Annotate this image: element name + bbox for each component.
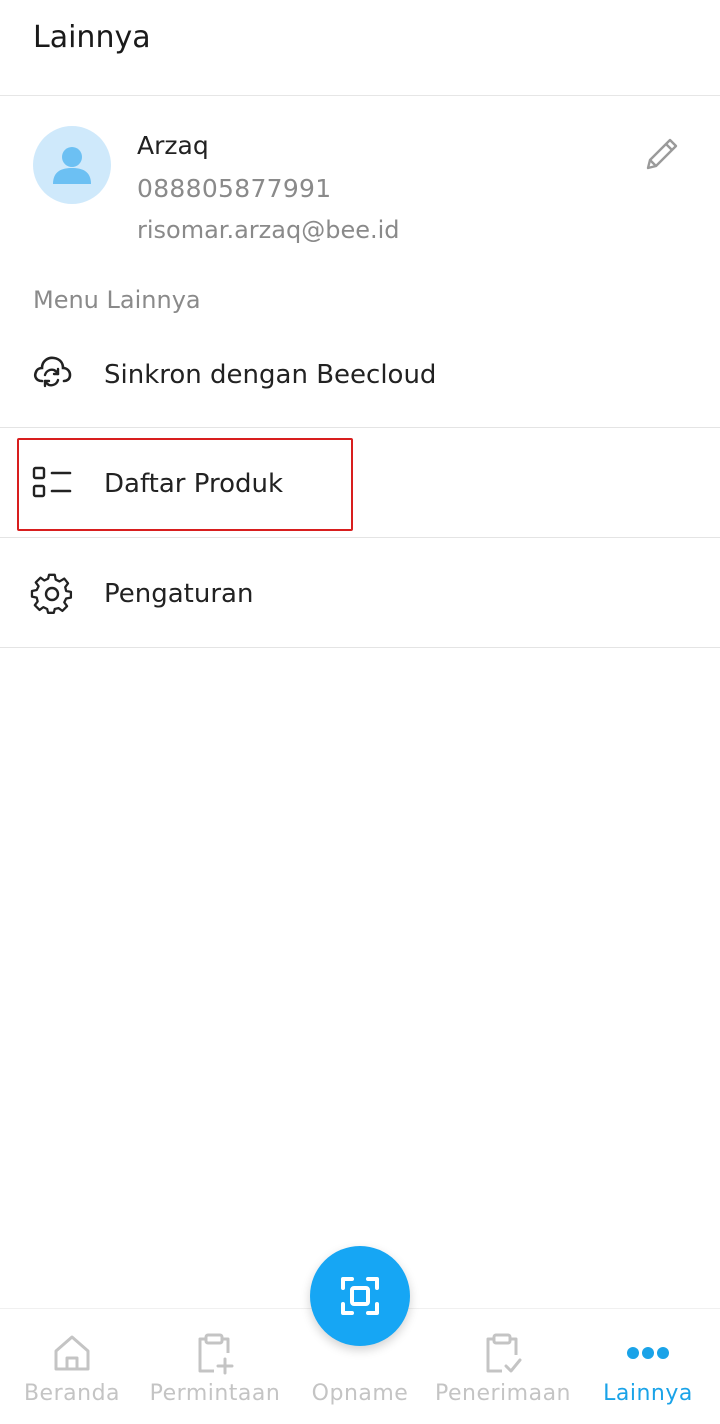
- menu-item-label: Sinkron dengan Beecloud: [104, 360, 437, 390]
- profile-name: Arzaq: [137, 131, 209, 160]
- clipboard-plus-icon: [198, 1333, 234, 1375]
- nav-label: Lainnya: [603, 1381, 693, 1406]
- nav-label: Beranda: [23, 1381, 121, 1406]
- page-title: Lainnya: [33, 20, 151, 55]
- nav-label: Permintaan: [149, 1381, 281, 1406]
- edit-profile-button[interactable]: [640, 132, 684, 176]
- clipboard-check-icon: [486, 1333, 522, 1373]
- nav-permintaan[interactable]: Permintaan: [142, 1309, 288, 1424]
- nav-penerimaan[interactable]: Penerimaan: [428, 1309, 578, 1424]
- pencil-icon: [646, 138, 678, 170]
- nav-label: Penerimaan: [435, 1381, 571, 1406]
- more-dots-icon: [627, 1347, 669, 1359]
- cloud-sync-icon: [33, 356, 72, 388]
- app-bar: Lainnya: [0, 0, 720, 96]
- nav-lainnya[interactable]: Lainnya: [592, 1309, 704, 1424]
- highlight-box: [17, 438, 353, 531]
- section-label-menu: Menu Lainnya: [33, 286, 201, 314]
- gear-icon: [30, 573, 73, 614]
- home-icon: [54, 1335, 90, 1371]
- menu-item-label: Pengaturan: [104, 579, 254, 609]
- nav-label: Opname: [311, 1381, 409, 1406]
- menu-item-pengaturan[interactable]: Pengaturan: [0, 538, 720, 648]
- profile-phone: 088805877991: [137, 174, 332, 203]
- profile-card: Arzaq 088805877991 risomar.arzaq@bee.id: [0, 96, 720, 266]
- user-icon: [53, 147, 91, 184]
- profile-email: risomar.arzaq@bee.id: [137, 216, 400, 244]
- menu-item-sinkron[interactable]: Sinkron dengan Beecloud: [0, 320, 720, 428]
- scan-icon: [341, 1277, 379, 1315]
- avatar: [33, 126, 111, 204]
- nav-beranda[interactable]: Beranda: [12, 1309, 132, 1424]
- scan-button[interactable]: [310, 1246, 410, 1346]
